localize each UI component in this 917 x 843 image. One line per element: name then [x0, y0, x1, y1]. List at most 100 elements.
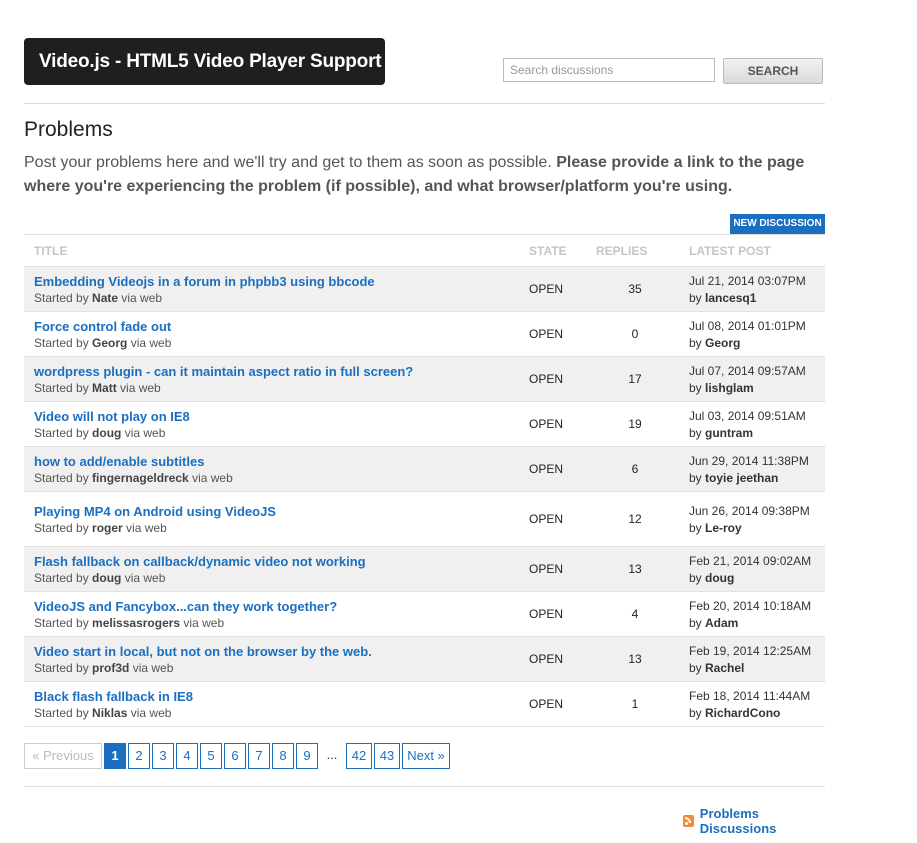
state-cell: OPEN: [528, 401, 595, 447]
starter-name[interactable]: Nate: [92, 291, 118, 305]
latest-post-date[interactable]: Feb 19, 2014 12:25AM: [689, 643, 824, 660]
latest-post-date[interactable]: Feb 21, 2014 09:02AM: [689, 553, 824, 570]
page-title: Problems: [24, 118, 113, 141]
starter-name[interactable]: melissasrogers: [92, 616, 180, 630]
replies-cell: 6: [595, 446, 675, 492]
latest-post-date[interactable]: Jul 03, 2014 09:51AM: [689, 408, 824, 425]
table-row: wordpress plugin - can it maintain aspec…: [24, 356, 825, 402]
via-label: via web: [118, 290, 163, 305]
author-name[interactable]: Rachel: [705, 661, 744, 675]
latest-post-cell: Jun 26, 2014 09:38PM by Le-roy: [675, 491, 825, 547]
latest-post-date[interactable]: Jul 21, 2014 03:07PM: [689, 273, 824, 290]
topic-cell: Video will not play on IE8 Started by dou…: [24, 401, 528, 447]
search-input[interactable]: [503, 58, 715, 82]
topic-title-link[interactable]: Black flash fallback in IE8: [34, 688, 527, 705]
search-button[interactable]: SEARCH: [723, 58, 823, 84]
starter-name[interactable]: doug: [92, 571, 121, 585]
page-link-2[interactable]: 2: [128, 743, 150, 769]
by-label: by: [689, 290, 706, 305]
author-name[interactable]: lishglam: [705, 381, 754, 395]
latest-post-date[interactable]: Jul 07, 2014 09:57AM: [689, 363, 824, 380]
starter-name[interactable]: fingernageldreck: [92, 471, 189, 485]
page-link-6[interactable]: 6: [224, 743, 246, 769]
author-name[interactable]: doug: [705, 571, 734, 585]
footer-divider: [24, 786, 825, 787]
latest-post-author: by Rachel: [689, 660, 824, 676]
topic-cell: Black flash fallback in IE8 Started by Ni…: [24, 681, 528, 727]
header-latest-post[interactable]: LATEST POST: [675, 234, 825, 267]
latest-post-date[interactable]: Jun 26, 2014 09:38PM: [689, 503, 824, 520]
starter-name[interactable]: Niklas: [92, 706, 127, 720]
state-cell: OPEN: [528, 681, 595, 727]
table-row: Force control fade out Started by Georg v…: [24, 311, 825, 357]
page-link-42[interactable]: 42: [346, 743, 372, 769]
replies-cell: 12: [595, 491, 675, 547]
problems-discussions-feed-link[interactable]: Problems Discussions: [700, 806, 825, 836]
starter-name[interactable]: prof3d: [92, 661, 129, 675]
starter-name[interactable]: Georg: [92, 336, 127, 350]
via-label: via web: [121, 570, 166, 585]
author-name[interactable]: guntram: [705, 426, 753, 440]
topic-title-link[interactable]: Embedding Videojs in a forum in phpbb3 u…: [34, 273, 527, 290]
next-page-button[interactable]: Next »: [402, 743, 450, 769]
via-label: via web: [129, 660, 174, 675]
by-label: by: [689, 425, 706, 440]
replies-cell: 17: [595, 356, 675, 402]
by-label: by: [689, 705, 706, 720]
state-cell: OPEN: [528, 546, 595, 592]
state-cell: OPEN: [528, 636, 595, 682]
author-name[interactable]: Le-roy: [705, 521, 742, 535]
topic-title-link[interactable]: Force control fade out: [34, 318, 527, 335]
table-row: Embedding Videojs in a forum in phpbb3 u…: [24, 266, 825, 312]
starter-name[interactable]: Matt: [92, 381, 117, 395]
by-label: by: [689, 335, 706, 350]
latest-post-author: by lishglam: [689, 380, 824, 396]
topic-title-link[interactable]: VideoJS and Fancybox...can they work tog…: [34, 598, 527, 615]
table-row: VideoJS and Fancybox...can they work tog…: [24, 591, 825, 637]
starter-name[interactable]: doug: [92, 426, 121, 440]
page-link-9[interactable]: 9: [296, 743, 318, 769]
started-by-label: Started by: [34, 425, 93, 440]
new-discussion-button[interactable]: NEW DISCUSSION: [730, 214, 825, 234]
topic-title-link[interactable]: wordpress plugin - can it maintain aspec…: [34, 363, 527, 380]
via-label: via web: [127, 705, 172, 720]
pagination-ellipsis: ...: [326, 747, 338, 762]
header-state[interactable]: STATE: [528, 234, 595, 267]
state-cell: OPEN: [528, 311, 595, 357]
author-name[interactable]: Adam: [705, 616, 738, 630]
topic-title-link[interactable]: how to add/enable subtitles: [34, 453, 527, 470]
latest-post-date[interactable]: Jul 08, 2014 01:01PM: [689, 318, 824, 335]
header-replies[interactable]: REPLIES: [595, 234, 675, 267]
latest-post-cell: Feb 21, 2014 09:02AM by doug: [675, 546, 825, 592]
starter-name[interactable]: roger: [92, 521, 123, 535]
page-link-1[interactable]: 1: [104, 743, 126, 769]
feed-link-container[interactable]: Problems Discussions: [683, 806, 825, 836]
topic-cell: how to add/enable subtitles Started by fi…: [24, 446, 528, 492]
topic-cell: Video start in local, but not on the bro…: [24, 636, 528, 682]
site-brand[interactable]: Video.js - HTML5 Video Player Support: [24, 38, 385, 85]
page-link-43[interactable]: 43: [374, 743, 400, 769]
topic-title-link[interactable]: Video start in local, but not on the bro…: [34, 643, 527, 660]
latest-post-date[interactable]: Feb 18, 2014 11:44AM: [689, 688, 824, 705]
author-name[interactable]: Georg: [705, 336, 740, 350]
topic-title-link[interactable]: Flash fallback on callback/dynamic video…: [34, 553, 527, 570]
latest-post-date[interactable]: Feb 20, 2014 10:18AM: [689, 598, 824, 615]
author-name[interactable]: toyie jeethan: [705, 471, 778, 485]
page-link-7[interactable]: 7: [248, 743, 270, 769]
topic-title-link[interactable]: Video will not play on IE8: [34, 408, 527, 425]
by-label: by: [689, 615, 706, 630]
latest-post-author: by Georg: [689, 335, 824, 351]
by-label: by: [689, 660, 706, 675]
via-label: via web: [121, 425, 166, 440]
header-title[interactable]: TITLE: [24, 234, 528, 267]
author-name[interactable]: RichardCono: [705, 706, 780, 720]
latest-post-cell: Jul 21, 2014 03:07PM by lancesq1: [675, 266, 825, 312]
page-link-3[interactable]: 3: [152, 743, 174, 769]
page-link-5[interactable]: 5: [200, 743, 222, 769]
page-link-8[interactable]: 8: [272, 743, 294, 769]
latest-post-date[interactable]: Jun 29, 2014 11:38PM: [689, 453, 824, 470]
replies-cell: 19: [595, 401, 675, 447]
author-name[interactable]: lancesq1: [705, 291, 756, 305]
topic-title-link[interactable]: Playing MP4 on Android using VideoJS: [34, 503, 527, 520]
page-link-4[interactable]: 4: [176, 743, 198, 769]
